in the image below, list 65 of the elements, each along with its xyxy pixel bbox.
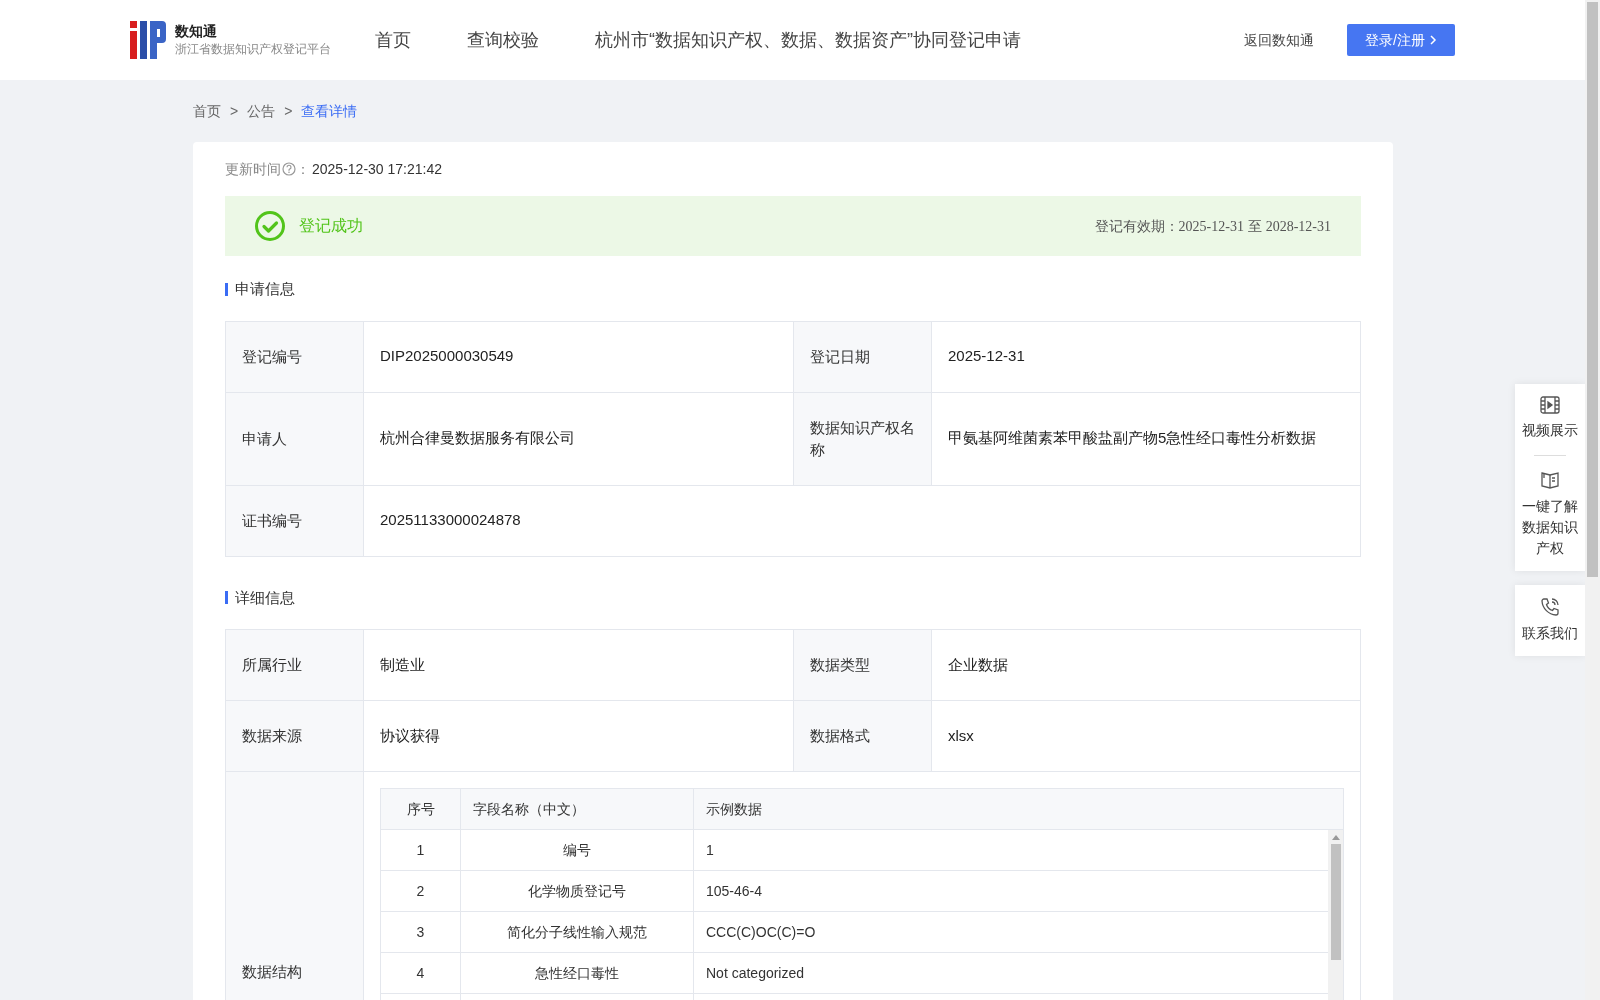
side-link[interactable]: 联系我们 bbox=[1521, 597, 1579, 644]
table-cell-text: Not categorized bbox=[705, 963, 806, 983]
value-cell-text: 企业数据 bbox=[947, 654, 1009, 675]
table-cell: 急性经口毒性 bbox=[461, 953, 694, 993]
nav-link[interactable]: 首页 bbox=[375, 26, 411, 54]
breadcrumb-link[interactable]: 查看详情 bbox=[301, 100, 358, 122]
label-cell: 数据类型 bbox=[794, 630, 932, 700]
side-link[interactable]: 视频展示 bbox=[1521, 396, 1579, 441]
brand-name: 数知通 bbox=[175, 22, 218, 40]
film-icon bbox=[1540, 396, 1560, 414]
table-cell: 1 bbox=[381, 830, 461, 870]
scrollbar[interactable] bbox=[1328, 830, 1343, 1000]
breadcrumb-separator: > bbox=[284, 101, 293, 121]
update-time-value: 2025-12-30 17:21:42 bbox=[312, 159, 442, 179]
table-cell: 2 bbox=[381, 871, 461, 911]
section-marker bbox=[225, 591, 228, 605]
nav-link[interactable]: 查询校验 bbox=[467, 26, 539, 54]
page-scrollbar[interactable] bbox=[1585, 0, 1600, 1000]
scroll-thumb[interactable] bbox=[1330, 844, 1341, 960]
label-cell: 数据知识产权名称 bbox=[794, 392, 932, 485]
section-marker bbox=[225, 282, 228, 296]
help-icon bbox=[282, 162, 296, 176]
column-header: 字段名称（中文） bbox=[461, 789, 694, 829]
scroll-up-icon[interactable] bbox=[1331, 834, 1340, 840]
brand-subtitle: 浙江省数据知识产权登记平台 bbox=[175, 41, 331, 58]
label-cell: 登记日期 bbox=[794, 321, 932, 392]
table-cell-text: CCC(C)OC(C)=O bbox=[705, 922, 817, 942]
label-cell: 数据结构 bbox=[226, 772, 364, 1000]
value-cell-text: 20251133000024878 bbox=[379, 510, 522, 531]
back-link[interactable]: 返回数知通 bbox=[1244, 29, 1314, 51]
column-header: 序号 bbox=[381, 789, 461, 829]
table-cell: 4 bbox=[381, 953, 461, 993]
chevron-right-icon bbox=[1428, 34, 1437, 46]
breadcrumb-link[interactable]: 首页 bbox=[193, 100, 221, 122]
book-icon bbox=[1540, 470, 1560, 490]
side-link[interactable]: 一键了解数据知识产权 bbox=[1521, 470, 1579, 559]
scroll-thumb[interactable] bbox=[1587, 2, 1598, 577]
table-cell: 化学物质登记号 bbox=[461, 871, 694, 911]
colon: ： bbox=[296, 159, 310, 179]
section-title: 详细信息 bbox=[235, 587, 295, 608]
table-cell-text: 1 bbox=[705, 840, 715, 860]
value-cell-text: 2025-12-31 bbox=[947, 346, 1026, 367]
value-cell-text: 甲氨基阿维菌素苯甲酸盐副产物5急性经口毒性分析数据 bbox=[947, 428, 1318, 449]
value-cell-text: xlsx bbox=[947, 725, 975, 746]
table-cell: 3 bbox=[381, 912, 461, 952]
label-cell: 申请人 bbox=[226, 392, 364, 485]
phone-icon bbox=[1540, 597, 1560, 617]
label-cell: 证书编号 bbox=[226, 485, 364, 556]
section-title: 申请信息 bbox=[235, 279, 295, 299]
table-cell-text: 105-46-4 bbox=[705, 881, 764, 901]
label-cell: 所属行业 bbox=[226, 630, 364, 700]
login-button[interactable]: 登录/注册 bbox=[1347, 24, 1455, 56]
breadcrumb-separator: > bbox=[230, 101, 239, 121]
table-cell: 编号 bbox=[461, 830, 694, 870]
status-text: 登记成功 bbox=[299, 216, 363, 236]
update-time-label: 更新时间 bbox=[225, 159, 281, 179]
label-cell: 数据来源 bbox=[226, 701, 364, 771]
logo-icon bbox=[130, 21, 166, 59]
table-cell: 简化分子线性输入规范 bbox=[461, 912, 694, 952]
nav-link[interactable]: 杭州市“数据知识产权、数据、数据资产”协同登记申请 bbox=[595, 26, 1021, 54]
breadcrumb-link[interactable]: 公告 bbox=[247, 100, 276, 122]
label-cell: 登记编号 bbox=[226, 321, 364, 392]
validity-period: 登记有效期：2025-12-31 至 2028-12-31 bbox=[1094, 216, 1331, 236]
column-header: 示例数据 bbox=[705, 799, 763, 819]
label-cell: 数据格式 bbox=[794, 701, 932, 771]
